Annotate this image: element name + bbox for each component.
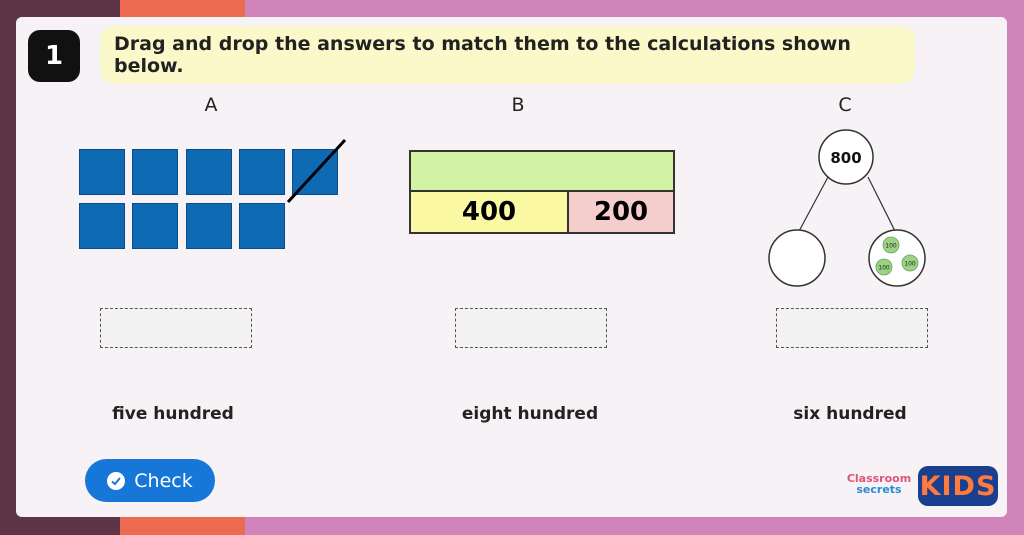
question-number: 1 [28, 30, 80, 82]
answer-six-hundred[interactable]: six hundred [770, 404, 930, 424]
instruction-banner: Drag and drop the answers to match them … [100, 26, 915, 84]
bar-part-1: 400 [409, 190, 569, 234]
bar-model: 400 200 [409, 150, 675, 234]
answer-eight-hundred[interactable]: eight hundred [450, 404, 610, 424]
answer-five-hundred[interactable]: five hundred [93, 404, 253, 424]
part-whole-model: 800 100 100 100 [768, 129, 926, 287]
label-a: A [204, 94, 218, 116]
check-icon [107, 471, 126, 490]
classroom-secrets-logo: Classroom secrets [842, 473, 916, 495]
hundred-square [132, 149, 178, 195]
logo-line2: secrets [856, 483, 902, 496]
hundred-square [186, 149, 232, 195]
label-b: B [511, 94, 525, 116]
counter-label: 100 [878, 265, 890, 272]
hundred-square [79, 203, 125, 249]
kids-logo: KIDS [918, 466, 998, 506]
drop-zone-b[interactable] [455, 308, 607, 348]
check-label: Check [134, 469, 193, 492]
hundred-square [239, 149, 285, 195]
whole-value: 800 [830, 149, 861, 167]
drop-zone-a[interactable] [100, 308, 252, 348]
hundred-square [186, 203, 232, 249]
hundred-square [132, 203, 178, 249]
bar-part-2: 200 [567, 190, 675, 234]
hundred-square [239, 203, 285, 249]
counter-label: 100 [885, 243, 897, 250]
hundred-square [79, 149, 125, 195]
instruction-text: Drag and drop the answers to match them … [114, 33, 851, 77]
label-c: C [838, 94, 852, 116]
check-button[interactable]: Check [85, 459, 215, 502]
drop-zone-c[interactable] [776, 308, 928, 348]
part-circle-empty [768, 229, 826, 287]
cross-out-line [286, 138, 347, 204]
counter-label: 100 [904, 261, 916, 268]
bar-whole [409, 150, 675, 192]
